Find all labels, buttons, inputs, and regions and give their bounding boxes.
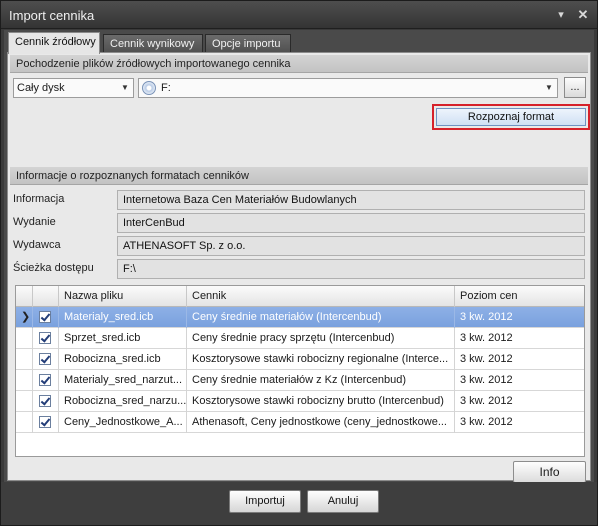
row-check-cell [33,349,59,370]
drive-select-value: Cały dysk [17,82,65,94]
info-group-title: Informacje o rozpoznanych formatach cenn… [10,167,588,185]
field-value: ATHENASOFT Sp. z o.o. [117,236,585,256]
field-label: Informacja [13,193,65,205]
cell-file-name: Robocizna_sred_narzu... [59,391,187,412]
drive-select[interactable]: Cały dysk ▼ [13,78,134,98]
path-select[interactable]: F: ▼ [138,78,558,98]
row-check-cell [33,307,59,328]
cell-pricelist: Athenasoft, Ceny jednostkowe (ceny_jedno… [187,412,455,433]
row-indicator [16,349,33,370]
cell-price-level: 3 kw. 2012 [455,391,584,412]
cell-pricelist: Ceny średnie materiałów z Kz (Intercenbu… [187,370,455,391]
import-dialog: Import cennika ▾ ✕ Cennik źródłowy Cenni… [0,0,598,526]
row-checkbox[interactable] [39,395,51,407]
title-bar[interactable]: Import cennika ▾ ✕ [1,1,597,29]
cell-price-level: 3 kw. 2012 [455,328,584,349]
cell-price-level: 3 kw. 2012 [455,349,584,370]
cell-file-name: Robocizna_sred.icb [59,349,187,370]
column-header-pricelist[interactable]: Cennik [187,286,455,307]
field-label: Wydawca [13,239,61,251]
row-checkbox[interactable] [39,353,51,365]
row-check-cell [33,412,59,433]
cell-pricelist: Ceny średnie materiałów (Intercenbud) [187,307,455,328]
field-label: Ścieżka dostępu [13,262,94,274]
table-row[interactable]: Materialy_sred_narzut... Ceny średnie ma… [16,370,584,391]
row-indicator [16,412,33,433]
cell-file-name: Ceny_Jednostkowe_A... [59,412,187,433]
row-indicator [16,391,33,412]
browse-button[interactable]: ... [564,77,586,98]
source-group-title: Pochodzenie plików źródłowych importowan… [10,55,588,73]
cancel-button[interactable]: Anuluj [307,490,379,513]
table-row[interactable]: Ceny_Jednostkowe_A... Athenasoft, Ceny j… [16,412,584,433]
disc-icon [142,81,156,95]
close-icon[interactable]: ✕ [575,7,591,23]
detect-format-highlight: Rozpoznaj format [432,104,590,130]
cell-price-level: 3 kw. 2012 [455,307,584,328]
field-row-access-path: Ścieżka dostępu F:\ [8,259,592,279]
table-row[interactable]: Sprzet_sred.icb Ceny średnie pracy sprzę… [16,328,584,349]
row-indicator: ❯ [16,307,33,328]
cell-price-level: 3 kw. 2012 [455,370,584,391]
tab-result-pricelist[interactable]: Cennik wynikowy [103,34,203,53]
cell-pricelist: Ceny średnie pracy sprzętu (Intercenbud) [187,328,455,349]
row-check-cell [33,391,59,412]
row-checkbox[interactable] [39,416,51,428]
dialog-client: Cennik źródłowy Cennik wynikowy Opcje im… [4,30,594,483]
field-label: Wydanie [13,216,56,228]
row-checkbox[interactable] [39,374,51,386]
window-title: Import cennika [9,8,95,23]
chevron-down-icon[interactable]: ▼ [542,80,556,96]
table-row[interactable]: Robocizna_sred.icb Kosztorysowe stawki r… [16,349,584,370]
cell-price-level: 3 kw. 2012 [455,412,584,433]
header-check-cell [33,286,59,307]
row-checkbox[interactable] [39,332,51,344]
cell-file-name: Sprzet_sred.icb [59,328,187,349]
field-value: InterCenBud [117,213,585,233]
row-check-cell [33,370,59,391]
header-indicator-cell [16,286,33,307]
import-button[interactable]: Importuj [229,490,301,513]
detect-format-button[interactable]: Rozpoznaj format [436,108,586,126]
cell-file-name: Materialy_sred.icb [59,307,187,328]
field-row-information: Informacja Internetowa Baza Cen Materiał… [8,190,592,210]
column-header-file-name[interactable]: Nazwa pliku [59,286,187,307]
row-indicator [16,370,33,391]
cell-file-name: Materialy_sred_narzut... [59,370,187,391]
field-value: F:\ [117,259,585,279]
path-select-value: F: [161,82,171,94]
cell-pricelist: Kosztorysowe stawki robocizny regionalne… [187,349,455,370]
tab-panel: Pochodzenie plików źródłowych importowan… [7,52,592,483]
row-pointer-icon: ❯ [21,311,31,323]
tab-source-pricelist[interactable]: Cennik źródłowy [8,32,100,54]
cell-pricelist: Kosztorysowe stawki robocizny brutto (In… [187,391,455,412]
row-checkbox[interactable] [39,311,51,323]
dialog-footer: Importuj Anuluj [1,482,597,525]
row-check-cell [33,328,59,349]
field-value: Internetowa Baza Cen Materiałów Budowlan… [117,190,585,210]
row-indicator [16,328,33,349]
pricelist-files-grid: Nazwa pliku Cennik Poziom cen ❯ Material… [15,285,585,457]
table-row[interactable]: Robocizna_sred_narzu... Kosztorysowe sta… [16,391,584,412]
table-row[interactable]: ❯ Materialy_sred.icb Ceny średnie materi… [16,307,584,328]
field-row-publisher: Wydawca ATHENASOFT Sp. z o.o. [8,236,592,256]
field-row-edition: Wydanie InterCenBud [8,213,592,233]
column-header-price-level[interactable]: Poziom cen [455,286,584,307]
grid-header: Nazwa pliku Cennik Poziom cen [16,286,584,307]
minimize-icon[interactable]: ▾ [553,7,569,23]
tab-import-options[interactable]: Opcje importu [205,34,291,53]
chevron-down-icon[interactable]: ▼ [118,80,132,96]
info-button[interactable]: Info [513,461,586,483]
